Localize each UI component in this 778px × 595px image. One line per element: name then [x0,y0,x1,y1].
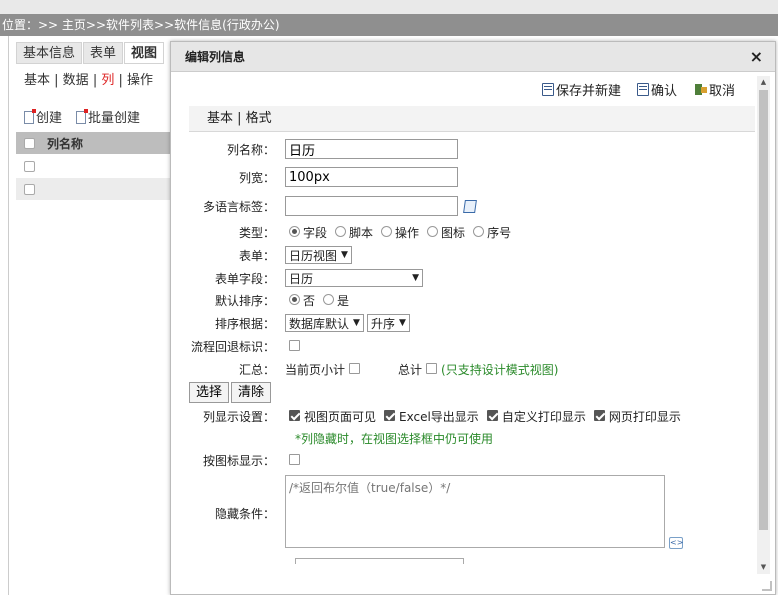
dialog-content: 基本 | 格式 列名称： 列宽： 多语言标签： 类型： 字段 脚本 操作 图标 … [189,106,755,564]
tab-basic-info[interactable]: 基本信息 [16,42,83,64]
row-lang-label: 多语言标签： [189,196,477,216]
edit-lang-icon[interactable] [463,199,477,213]
row-flow-back: 流程回退标识： [189,338,304,355]
sort-order-select[interactable]: 升序 ▼ [366,314,410,332]
select-all-checkbox[interactable] [24,137,35,149]
save-icon [636,83,649,96]
row-sort-by: 排序根据： 数据库默认 ▼ 升序 ▼ [189,314,410,332]
type-field-radio[interactable] [289,226,300,237]
exit-icon [693,83,707,97]
chevron-down-icon: ▼ [398,318,406,328]
chevron-down-icon: ▼ [353,318,360,328]
default-sort-no-radio[interactable] [289,294,300,305]
row-select-clear: 选择 清除 [189,382,272,403]
breadcrumb: 位置：>> 主页>>软件列表>>软件信息(行政办公) [0,14,778,36]
select-button[interactable]: 选择 [189,382,230,403]
view-visible-checkbox[interactable] [289,410,300,421]
create-button[interactable]: 创建 [24,107,62,126]
subnav-basic[interactable]: 基本 [24,73,50,88]
row-type: 类型： 字段 脚本 操作 图标 序号 [238,226,512,240]
resize-handle-icon[interactable] [762,581,772,591]
dialog-scrollbar[interactable]: ▲ ▼ [757,76,770,574]
row-next-field-clipped [295,558,464,564]
subnav-data[interactable]: 数据 [63,73,89,88]
tab-view[interactable]: 视图 [124,42,165,64]
format-subtabs[interactable]: 基本 | 格式 [189,106,755,132]
scroll-thumb[interactable] [759,90,768,530]
lang-label-input[interactable] [285,196,458,216]
form-field-select[interactable]: 日历 ▼ [285,269,423,287]
new-doc-icon [76,109,89,124]
dialog-title: 编辑列信息 [185,50,246,64]
column-name-input[interactable] [285,139,458,159]
form-select[interactable]: 日历视图 ▼ [285,246,352,264]
background-subnav: 基本 | 数据 | 列 | 操作 [24,73,154,88]
background-toolbar: 创建 批量创建 [24,107,140,126]
tab-form[interactable]: 表单 [83,42,124,64]
save-icon [541,83,554,96]
page-subtotal-checkbox[interactable] [349,363,361,374]
grand-total-checkbox[interactable] [426,363,438,374]
hide-condition-textarea[interactable] [285,475,665,548]
subnav-column[interactable]: 列 [101,73,114,88]
table-row[interactable] [16,178,170,201]
chevron-down-icon: ▼ [341,250,348,260]
flow-back-checkbox[interactable] [289,340,300,351]
type-icon-radio[interactable] [427,226,439,237]
type-seq-radio[interactable] [473,226,485,237]
table-row[interactable] [16,155,170,178]
grid-header: 列名称 [16,132,170,155]
excel-export-checkbox[interactable] [384,410,396,421]
type-script-radio[interactable] [335,226,347,237]
dialog-toolbar: 保存并新建 确认 取消 [541,80,735,99]
row-column-name: 列名称： [189,139,458,159]
custom-print-checkbox[interactable] [486,410,498,421]
icon-display-checkbox[interactable] [289,454,300,465]
clipped-select[interactable] [295,558,464,564]
row-icon-display: 按图标显示： [189,452,304,469]
row-display-note: *列隐藏时，在视图选择框中仍可使用 [295,432,494,446]
row-summary: 汇总： 当前页小计 总计 (只支持设计模式视图) [238,363,559,377]
top-bar [0,0,778,14]
row-column-width: 列宽： [189,167,458,187]
type-operation-radio[interactable] [381,226,393,237]
clear-button[interactable]: 清除 [231,382,272,403]
background-tabs: 基本信息 表单 视图 [16,42,165,64]
edit-column-dialog: 编辑列信息 × 保存并新建 确认 取消 基本 | 格式 列名称： 列宽： 多语言… [170,41,776,595]
sort-by-select[interactable]: 数据库默认 ▼ [285,314,364,332]
subnav-operation[interactable]: 操作 [127,73,153,88]
dialog-title-bar: 编辑列信息 × [171,42,775,72]
code-editor-icon[interactable]: <> [669,537,683,549]
new-doc-icon [24,109,36,124]
row-default-sort: 默认排序： 否 是 [214,294,350,308]
scroll-down-icon[interactable]: ▼ [757,561,770,574]
confirm-button[interactable]: 确认 [636,80,677,99]
column-width-input[interactable] [285,167,458,187]
batch-create-button[interactable]: 批量创建 [76,107,140,126]
default-sort-yes-radio[interactable] [323,294,335,305]
row-form: 表单： 日历视图 ▼ [189,246,352,264]
chevron-down-icon: ▼ [412,273,419,283]
background-grid: 列名称 [16,132,170,201]
row-checkbox[interactable] [24,183,35,195]
scroll-up-icon[interactable]: ▲ [757,76,770,89]
row-checkbox[interactable] [24,160,35,172]
cancel-button[interactable]: 取消 [693,80,735,99]
row-form-field: 表单字段： 日历 ▼ [189,269,423,287]
web-print-checkbox[interactable] [593,410,605,421]
save-and-new-button[interactable]: 保存并新建 [541,80,621,99]
row-hide-condition: 隐藏条件： <> [189,475,683,549]
close-icon[interactable]: × [750,42,763,72]
row-display-settings: 列显示设置： 视图页面可见 Excel导出显示 自定义打印显示 网页打印显示 [202,410,681,424]
